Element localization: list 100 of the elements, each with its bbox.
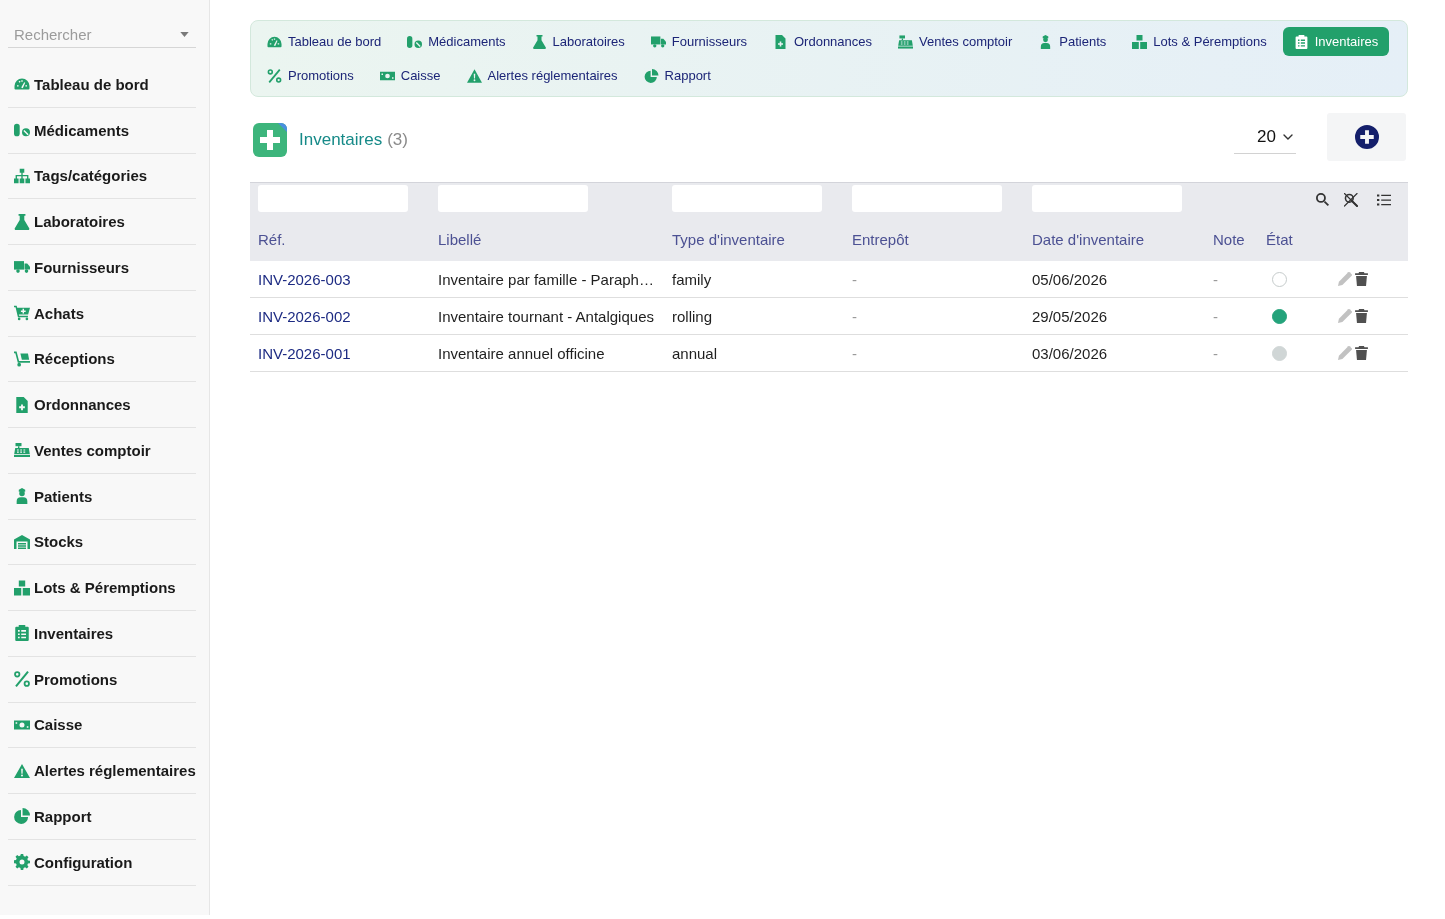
nav-link[interactable]: Ordonnances: [763, 27, 883, 56]
pencil-icon: [1338, 272, 1352, 286]
table-cell: rolling: [672, 307, 713, 325]
flask-icon: [14, 213, 30, 230]
column-header: Date d'inventaire: [1032, 231, 1145, 248]
sidebar-item[interactable]: Tableau de bord: [8, 62, 196, 108]
table-cell: -: [1213, 270, 1218, 288]
search-button[interactable]: [1316, 193, 1329, 206]
nav-link[interactable]: Médicaments: [397, 27, 516, 56]
table-cell: Inventaire tournant - Antalgiques: [438, 307, 654, 325]
ref-link[interactable]: INV-2026-002: [258, 307, 351, 325]
table-cell: Inventaire par famille - Paraph…: [438, 270, 654, 288]
clipboard-list-icon: [1293, 34, 1309, 49]
sidebar-item[interactable]: Tags/catégories: [8, 153, 196, 200]
search-icon: [1316, 193, 1329, 206]
sidebar-item[interactable]: Caisse: [8, 702, 196, 749]
column-header: Réf.: [258, 231, 286, 248]
pie-chart-icon: [643, 68, 659, 83]
sidebar-item[interactable]: Achats: [8, 290, 196, 337]
sidebar-item[interactable]: Fournisseurs: [8, 245, 196, 291]
person-icon: [14, 488, 30, 505]
trash-icon: [1355, 272, 1368, 286]
boxes-icon: [14, 579, 30, 596]
trash-icon: [1355, 309, 1368, 323]
cart-plus-icon: [14, 305, 30, 322]
sidebar-item[interactable]: Inventaires: [8, 611, 196, 657]
sidebar-item[interactable]: Alertes réglementaires: [8, 748, 196, 794]
nav-link[interactable]: Rapport: [633, 61, 721, 90]
document-plus-icon: [773, 34, 788, 49]
hand-truck-icon: [14, 350, 30, 367]
table-cell: annual: [672, 344, 718, 362]
table-cell: 05/06/2026: [1032, 270, 1108, 288]
nav-link[interactable]: Patients: [1028, 27, 1117, 56]
ref-link[interactable]: INV-2026-001: [258, 344, 351, 362]
nav-link[interactable]: Laboratoires: [521, 27, 635, 56]
pencil-icon: [1338, 346, 1352, 360]
plus-logo-icon: [253, 123, 287, 157]
cash-register-icon: [898, 34, 914, 49]
caret-down-icon: [180, 32, 189, 37]
settings-icon: [14, 854, 30, 871]
add-button[interactable]: [1327, 113, 1406, 161]
clipboard-list-icon: [14, 625, 30, 642]
search-crossed-icon: [1344, 192, 1358, 207]
sidebar-item[interactable]: Laboratoires: [8, 199, 196, 245]
sidebar-item[interactable]: Ordonnances: [8, 382, 196, 428]
table-cell: -: [1213, 307, 1218, 325]
column-header: Note: [1213, 231, 1245, 248]
clear-search-button[interactable]: [1344, 192, 1358, 207]
truck-icon: [14, 259, 30, 276]
pie-chart-icon: [14, 808, 30, 825]
nav-link[interactable]: Tableau de bord: [257, 27, 392, 56]
sidebar-item[interactable]: Lots & Péremptions: [8, 565, 196, 611]
hierarchy-icon: [14, 167, 30, 184]
sidebar-item[interactable]: Promotions: [8, 656, 196, 703]
column-list-button[interactable]: [1377, 193, 1391, 206]
table-cell: -: [852, 270, 857, 288]
gauge-icon: [267, 34, 282, 49]
table-cell: -: [852, 344, 857, 362]
table-cell: -: [852, 307, 857, 325]
ref-link[interactable]: INV-2026-003: [258, 270, 351, 288]
chevron-down-icon: [1282, 133, 1293, 140]
sidebar-item[interactable]: Patients: [8, 473, 196, 520]
sidebar-item[interactable]: Configuration: [8, 839, 196, 886]
trash-icon: [1355, 346, 1368, 360]
nav-link[interactable]: Lots & Péremptions: [1122, 27, 1277, 56]
column-header: État: [1266, 231, 1293, 248]
nav-link[interactable]: Alertes réglementaires: [456, 61, 628, 90]
record-count: (3): [387, 130, 408, 150]
search-field[interactable]: Rechercher: [8, 22, 196, 48]
sidebar-item[interactable]: Ventes comptoir: [8, 428, 196, 474]
sidebar-item[interactable]: Médicaments: [8, 107, 196, 154]
gauge-icon: [14, 76, 30, 93]
table-cell: family: [672, 270, 712, 288]
table-cell: 29/05/2026: [1032, 307, 1108, 325]
percent-icon: [267, 68, 282, 83]
nav-link[interactable]: Promotions: [257, 61, 364, 90]
warehouse-icon: [14, 533, 30, 550]
pills-icon: [407, 34, 423, 49]
column-header: Libellé: [438, 231, 482, 248]
table-cell: Inventaire annuel officine: [438, 344, 605, 362]
page-title: Inventaires: [299, 130, 383, 150]
sidebar-item[interactable]: Réceptions: [8, 336, 196, 383]
table-cell: -: [1213, 344, 1218, 362]
column-header: Entrepôt: [852, 231, 909, 248]
sidebar-item[interactable]: Rapport: [8, 794, 196, 840]
cash-register-icon: [14, 442, 30, 459]
document-plus-icon: [14, 396, 30, 413]
sidebar-item[interactable]: Stocks: [8, 519, 196, 566]
truck-icon: [650, 34, 666, 49]
delete-button[interactable]: [1355, 309, 1368, 323]
list-icon: [1377, 193, 1391, 206]
nav-link[interactable]: Ventes comptoir: [888, 27, 1023, 56]
delete-button[interactable]: [1355, 272, 1368, 286]
page-size-select[interactable]: 20: [1234, 120, 1296, 154]
pills-icon: [14, 122, 30, 139]
nav-link[interactable]: Caisse: [369, 61, 451, 90]
delete-button[interactable]: [1355, 346, 1368, 360]
nav-link[interactable]: Fournisseurs: [640, 27, 757, 56]
boxes-icon: [1132, 34, 1148, 49]
flask-icon: [531, 34, 547, 49]
